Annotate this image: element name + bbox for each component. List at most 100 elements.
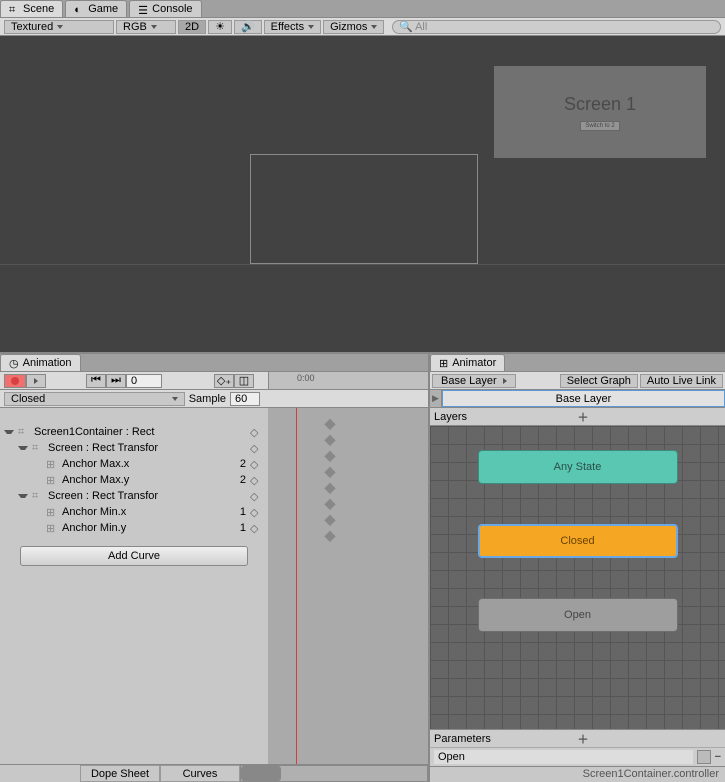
record-button[interactable] [4, 374, 26, 388]
key-icon[interactable]: ◇ [250, 522, 264, 535]
expand-icon[interactable] [18, 446, 28, 450]
expand-icon[interactable] [18, 494, 28, 498]
search-placeholder: All [415, 21, 427, 33]
layer-row[interactable]: ▶ Base Layer [430, 390, 725, 408]
animation-controls: ⏮ ⏭ ◇₊ ◫ 0:00 [0, 372, 428, 390]
prop-row-anchor-max-x[interactable]: ⊞ Anchor Max.x 2 ◇ [0, 456, 268, 472]
layers-header: Layers ＋ [430, 408, 725, 426]
breadcrumb: Base Layer [432, 374, 558, 388]
anchor-icon: ⊞ [46, 506, 58, 519]
prop-value: 2 [222, 458, 246, 470]
auto-live-link-button[interactable]: Auto Live Link [640, 374, 723, 388]
prop-row-transform-2[interactable]: ⌗ Screen : Rect Transfor ◇ [0, 488, 268, 504]
breadcrumb-item[interactable]: Base Layer [432, 374, 516, 388]
state-open[interactable]: Open [478, 598, 678, 632]
add-parameter-button[interactable]: ＋ [578, 731, 722, 747]
keyframe[interactable] [324, 499, 335, 510]
state-any-state[interactable]: Any State [478, 450, 678, 484]
timeline-dopesheet[interactable] [268, 408, 428, 764]
next-keyframe-button[interactable]: ⏭ [106, 374, 126, 388]
parameter-row[interactable]: Open − [430, 748, 725, 766]
animator-graph-canvas[interactable]: Any State Closed Open [430, 426, 725, 729]
parameter-checkbox[interactable] [697, 750, 711, 764]
effects-dropdown[interactable]: Effects [264, 20, 321, 34]
keyframe[interactable] [324, 467, 335, 478]
playhead[interactable] [296, 408, 297, 764]
tab-animator[interactable]: ⊞ Animator [430, 354, 505, 371]
shading-dropdown[interactable]: Textured [4, 20, 114, 34]
screen1-button[interactable]: Switch to 2 [580, 121, 619, 131]
add-curve-button[interactable]: Add Curve [20, 546, 248, 566]
event-icon: ◫ [239, 374, 249, 387]
tab-game[interactable]: ◐ Game [65, 0, 127, 17]
animation-tab-bar: ◷ Animation [0, 354, 428, 372]
key-icon[interactable]: ◇ [250, 506, 264, 519]
game-icon: ◐ [74, 4, 84, 14]
key-icon[interactable]: ◇ [250, 490, 264, 503]
keyframe[interactable] [324, 419, 335, 430]
rect-icon: ⌗ [18, 426, 30, 439]
add-layer-button[interactable]: ＋ [578, 409, 722, 425]
remove-parameter-button[interactable]: − [715, 751, 721, 763]
key-icon[interactable]: ◇ [250, 458, 264, 471]
expand-icon[interactable] [4, 430, 14, 434]
curves-tab[interactable]: Curves [160, 765, 240, 782]
key-icon[interactable]: ◇ [250, 442, 264, 455]
clock-icon: ◷ [9, 357, 19, 370]
prop-row-anchor-min-y[interactable]: ⊞ Anchor Min.y 1 ◇ [0, 520, 268, 536]
screen1-canvas[interactable]: Screen 1 Switch to 2 [494, 66, 706, 158]
lighting-toggle[interactable]: ☀ [208, 20, 232, 34]
keyframe[interactable] [324, 483, 335, 494]
bottom-panel-container: ◷ Animation ⏮ ⏭ ◇₊ ◫ 0:00 [0, 352, 725, 782]
keyframe[interactable] [324, 515, 335, 526]
state-closed[interactable]: Closed [478, 524, 678, 558]
scene-search-input[interactable]: 🔍 All [392, 20, 721, 34]
frame-number-input[interactable] [126, 374, 162, 388]
keyframe[interactable] [324, 531, 335, 542]
prop-value: 1 [222, 522, 246, 534]
prop-row-anchor-max-y[interactable]: ⊞ Anchor Max.y 2 ◇ [0, 472, 268, 488]
clip-selector-row: Closed Sample [0, 390, 428, 408]
audio-toggle[interactable]: 🔊 [234, 20, 262, 34]
tab-scene[interactable]: ⌗ Scene [0, 0, 63, 17]
prop-name: Anchor Max.y [62, 474, 218, 486]
prop-row-transform[interactable]: ⌗ Screen : Rect Transfor ◇ [0, 440, 268, 456]
play-icon [34, 378, 38, 384]
search-icon: 🔍 [399, 20, 413, 33]
console-icon: ☰ [138, 4, 148, 14]
tab-animation[interactable]: ◷ Animation [0, 354, 81, 371]
tab-label: Animation [23, 357, 72, 369]
prop-row-container[interactable]: ⌗ Screen1Container : Rect ◇ [0, 424, 268, 440]
layer-drag-handle[interactable]: ▶ [430, 390, 442, 407]
effects-label: Effects [271, 21, 304, 33]
keyframe[interactable] [324, 435, 335, 446]
tab-label: Scene [23, 3, 54, 15]
select-graph-button[interactable]: Select Graph [560, 374, 638, 388]
rect-icon: ⌗ [32, 442, 44, 455]
scene-viewport[interactable]: Screen 1 Switch to 2 [0, 36, 725, 352]
prop-value: 1 [222, 506, 246, 518]
selection-rect[interactable] [250, 154, 478, 264]
timeline-ruler[interactable]: 0:00 [268, 372, 428, 390]
dopesheet-tab[interactable]: Dope Sheet [80, 765, 160, 782]
key-icon[interactable]: ◇ [250, 474, 264, 487]
tab-label: Game [88, 3, 118, 15]
prev-keyframe-button[interactable]: ⏮ [86, 374, 106, 388]
clip-dropdown[interactable]: Closed [4, 392, 185, 406]
mode-2d-button[interactable]: 2D [178, 20, 206, 34]
render-dropdown[interactable]: RGB [116, 20, 176, 34]
timeline-scrollbar[interactable] [240, 765, 428, 782]
sun-icon: ☀ [215, 20, 225, 33]
gizmos-dropdown[interactable]: Gizmos [323, 20, 384, 34]
scroll-thumb[interactable] [241, 766, 281, 781]
prop-name: Anchor Min.x [62, 506, 218, 518]
key-icon[interactable]: ◇ [250, 426, 264, 439]
add-event-button[interactable]: ◫ [234, 374, 254, 388]
parameter-name-input[interactable]: Open [434, 750, 693, 764]
play-button[interactable] [26, 374, 46, 388]
keyframe[interactable] [324, 451, 335, 462]
prop-row-anchor-min-x[interactable]: ⊞ Anchor Min.x 1 ◇ [0, 504, 268, 520]
sample-rate-input[interactable] [230, 392, 260, 406]
tab-console[interactable]: ☰ Console [129, 0, 201, 17]
add-keyframe-button[interactable]: ◇₊ [214, 374, 234, 388]
